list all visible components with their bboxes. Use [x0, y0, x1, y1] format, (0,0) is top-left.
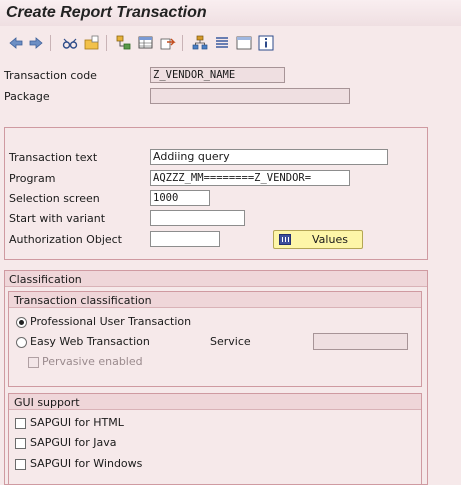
sapgui-html-checkbox[interactable]	[15, 418, 26, 429]
transaction-classification-title: Transaction classification	[14, 294, 152, 307]
info-icon[interactable]	[258, 35, 274, 51]
package-label: Package	[4, 90, 50, 103]
sapgui-windows-label: SAPGUI for Windows	[30, 457, 143, 470]
sapgui-html-label: SAPGUI for HTML	[30, 416, 124, 429]
professional-user-radio[interactable]	[16, 317, 27, 328]
service-field	[313, 333, 408, 350]
transaction-code-field: Z_VENDOR_NAME	[150, 67, 285, 83]
service-label: Service	[210, 335, 251, 348]
values-grid-icon	[279, 234, 291, 245]
transaction-text-input[interactable]: Addiing query	[150, 149, 388, 165]
values-button-label: Values	[312, 233, 348, 246]
forward-arrow-icon[interactable]	[28, 35, 44, 51]
window-icon[interactable]	[236, 35, 252, 51]
sapgui-java-label: SAPGUI for Java	[30, 436, 117, 449]
selection-screen-label: Selection screen	[9, 192, 100, 205]
values-button[interactable]: Values	[273, 230, 363, 249]
auth-object-input[interactable]	[150, 231, 220, 247]
auth-object-label: Authorization Object	[9, 233, 122, 246]
pervasive-label: Pervasive enabled	[42, 355, 143, 368]
package-field	[150, 88, 350, 104]
easy-web-radio[interactable]	[16, 337, 27, 348]
selection-screen-input[interactable]: 1000	[150, 190, 210, 206]
tree-icon[interactable]	[192, 35, 208, 51]
table-icon[interactable]	[138, 35, 154, 51]
page-title: Create Report Transaction	[6, 4, 207, 21]
pervasive-checkbox	[28, 357, 39, 368]
sapgui-windows-checkbox[interactable]	[15, 459, 26, 470]
program-label: Program	[9, 172, 56, 185]
start-variant-input[interactable]	[150, 210, 245, 226]
easy-web-label: Easy Web Transaction	[30, 335, 150, 348]
gui-support-title: GUI support	[14, 396, 80, 409]
hierarchy-icon[interactable]	[116, 35, 132, 51]
application-toolbar	[0, 30, 461, 56]
back-arrow-icon[interactable]	[8, 35, 24, 51]
start-variant-label: Start with variant	[9, 212, 106, 225]
export-icon[interactable]	[160, 35, 176, 51]
glasses-icon[interactable]	[62, 35, 78, 51]
folder-icon[interactable]	[84, 35, 100, 51]
list-icon[interactable]	[214, 35, 230, 51]
program-input[interactable]: AQZZZ_MM========Z_VENDOR=	[150, 170, 350, 186]
transaction-text-label: Transaction text	[9, 151, 98, 164]
sapgui-java-checkbox[interactable]	[15, 438, 26, 449]
classification-title: Classification	[9, 273, 82, 286]
transaction-code-label: Transaction code	[4, 69, 97, 82]
professional-user-label: Professional User Transaction	[30, 315, 192, 328]
